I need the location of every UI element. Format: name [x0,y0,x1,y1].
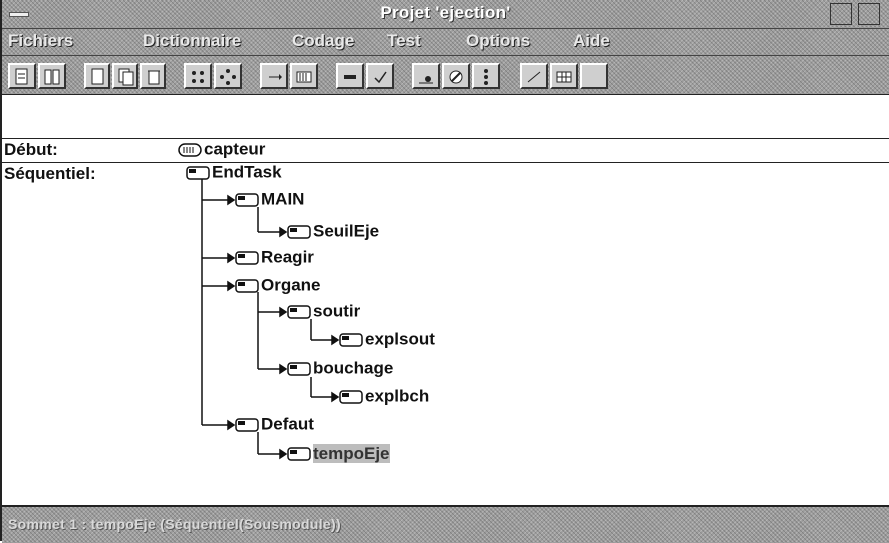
blank-icon[interactable] [580,63,608,89]
grid-icon[interactable] [184,63,212,89]
check-icon[interactable] [366,63,394,89]
status-text: Sommet 1 : tempoEje (Séquentiel(Sousmodu… [8,516,341,532]
menu-test[interactable]: Test [387,31,421,51]
app-window: Projet 'ejection' Fichiers Dictionnaire … [0,0,889,543]
delete-icon[interactable] [140,63,166,89]
tree-node-explbch[interactable]: explbch [339,386,429,408]
point-icon[interactable] [412,63,440,89]
tree-node-seuileje[interactable]: SeuilEje [287,221,379,243]
minimize-button[interactable] [830,3,852,25]
tree-node-endtask[interactable]: EndTask [186,162,282,184]
task-icon [287,446,311,461]
menu-bar: Fichiers Dictionnaire Codage Test Option… [2,28,889,55]
dash-icon[interactable] [336,63,364,89]
maximize-button[interactable] [858,3,880,25]
tree-node-tempoeje[interactable]: tempoEje [287,443,390,465]
copy-icon[interactable] [112,63,138,89]
task-icon [186,165,210,180]
page-icon[interactable] [84,63,110,89]
open-icon[interactable] [38,63,66,89]
table-icon[interactable] [550,63,578,89]
window-title: Projet 'ejection' [380,3,511,22]
task-icon [339,332,363,347]
tree-node-defaut[interactable]: Defaut [235,414,314,436]
menu-options[interactable]: Options [466,31,530,51]
selected-node-label: tempoEje [313,443,390,463]
tree-node-reagir[interactable]: Reagir [235,247,314,269]
task-icon [287,361,311,376]
tree-view: Début: capteur Séquentiel: EndTask MAIN … [2,95,889,504]
insert-icon[interactable] [260,63,288,89]
menu-codage[interactable]: Codage [292,31,354,51]
menu-aide[interactable]: Aide [573,31,610,51]
menu-dictionnaire[interactable]: Dictionnaire [143,31,241,51]
task-icon [235,417,259,432]
tree-connectors [201,178,340,460]
line-icon[interactable] [520,63,548,89]
new-file-icon[interactable] [8,63,36,89]
tree-node-bouchage[interactable]: bouchage [287,358,393,380]
status-bar: Sommet 1 : tempoEje (Séquentiel(Sousmodu… [2,505,889,543]
task-icon [287,224,311,239]
task-icon [287,304,311,319]
task-icon [339,389,363,404]
title-bar[interactable]: Projet 'ejection' [2,0,889,28]
tree-node-organe[interactable]: Organe [235,275,321,297]
dots-icon[interactable] [472,63,500,89]
tree-node-explsout[interactable]: explsout [339,329,435,351]
tree-node-soutir[interactable]: soutir [287,301,360,323]
move-icon[interactable] [214,63,242,89]
barcode-icon[interactable] [290,63,318,89]
toolbar [2,55,889,96]
edit-icon[interactable] [442,63,470,89]
task-icon [235,250,259,265]
menu-fichiers[interactable]: Fichiers [8,31,73,51]
tree-node-main[interactable]: MAIN [235,189,304,211]
task-icon [235,192,259,207]
task-icon [235,278,259,293]
